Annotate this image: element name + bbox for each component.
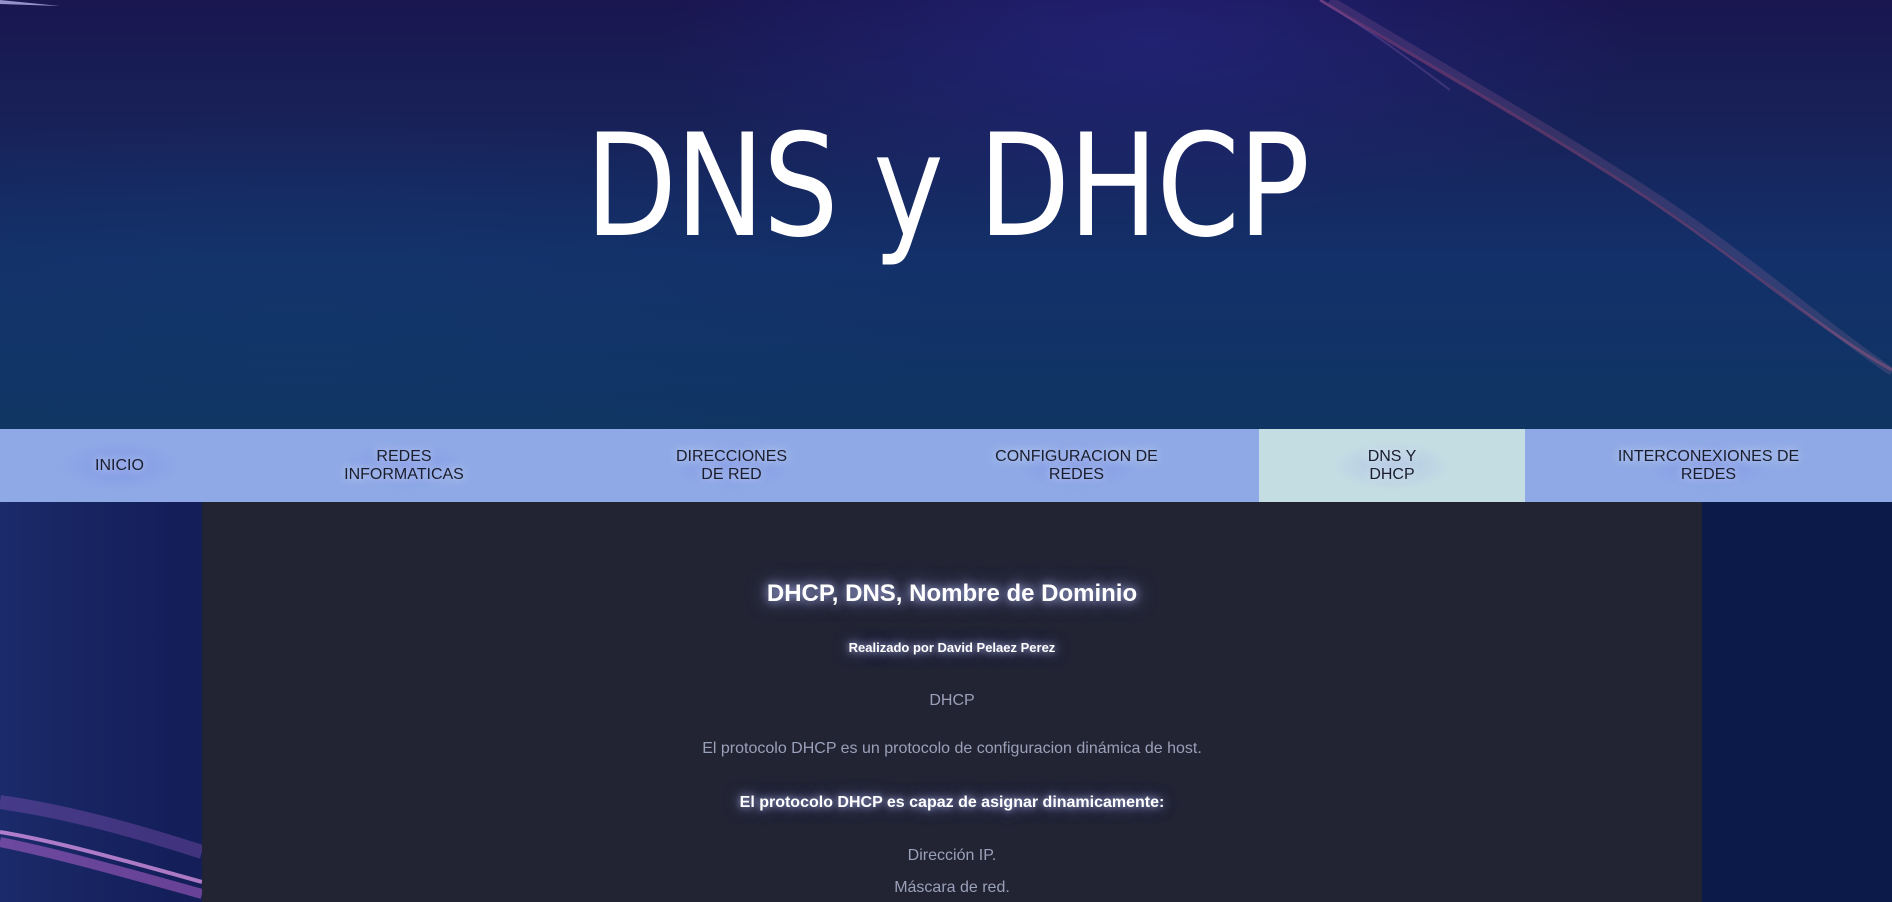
nav-item-label: INTERCONEXIONES DE REDES — [1617, 447, 1800, 483]
nav-item-label: CONFIGURACION DE REDES — [995, 447, 1158, 483]
nav-item-direcciones-de-red[interactable]: DIRECCIONES DE RED — [569, 429, 894, 502]
nav-item-label: DNS Y DHCP — [1367, 447, 1417, 483]
content-heading: DHCP, DNS, Nombre de Dominio — [766, 580, 1138, 607]
nav-item-inicio[interactable]: INICIO — [0, 429, 239, 502]
content-panel: DHCP, DNS, Nombre de Dominio Realizado p… — [202, 502, 1702, 902]
list-item: Dirección IP. — [907, 847, 997, 864]
page: DNS y DHCP INICIO REDES INFORMATICAS DIR… — [0, 0, 1892, 902]
intro-paragraph: El protocolo DHCP es un protocolo de con… — [702, 740, 1202, 757]
nav-item-label: REDES INFORMATICAS — [344, 447, 464, 483]
list-item: Máscara de red. — [894, 879, 1010, 896]
page-title: DNS y DHCP — [585, 104, 1310, 269]
capabilities-heading: El protocolo DHCP es capaz de asignar di… — [739, 794, 1165, 811]
nav-item-redes-informaticas[interactable]: REDES INFORMATICAS — [239, 429, 569, 502]
main-navigation: INICIO REDES INFORMATICAS DIRECCIONES DE… — [0, 429, 1892, 502]
nav-item-label: INICIO — [95, 456, 144, 474]
section-title: DHCP — [929, 692, 975, 709]
nav-item-configuracion-de-redes[interactable]: CONFIGURACION DE REDES — [894, 429, 1259, 502]
nav-item-dns-y-dhcp[interactable]: DNS Y DHCP — [1259, 429, 1525, 502]
hero-banner: DNS y DHCP — [0, 0, 1892, 429]
nav-item-label: DIRECCIONES DE RED — [675, 447, 788, 483]
nav-item-interconexiones-de-redes[interactable]: INTERCONEXIONES DE REDES — [1525, 429, 1892, 502]
background-light-streaks — [0, 795, 202, 899]
author-credit: Realizado por David Pelaez Perez — [848, 640, 1056, 655]
